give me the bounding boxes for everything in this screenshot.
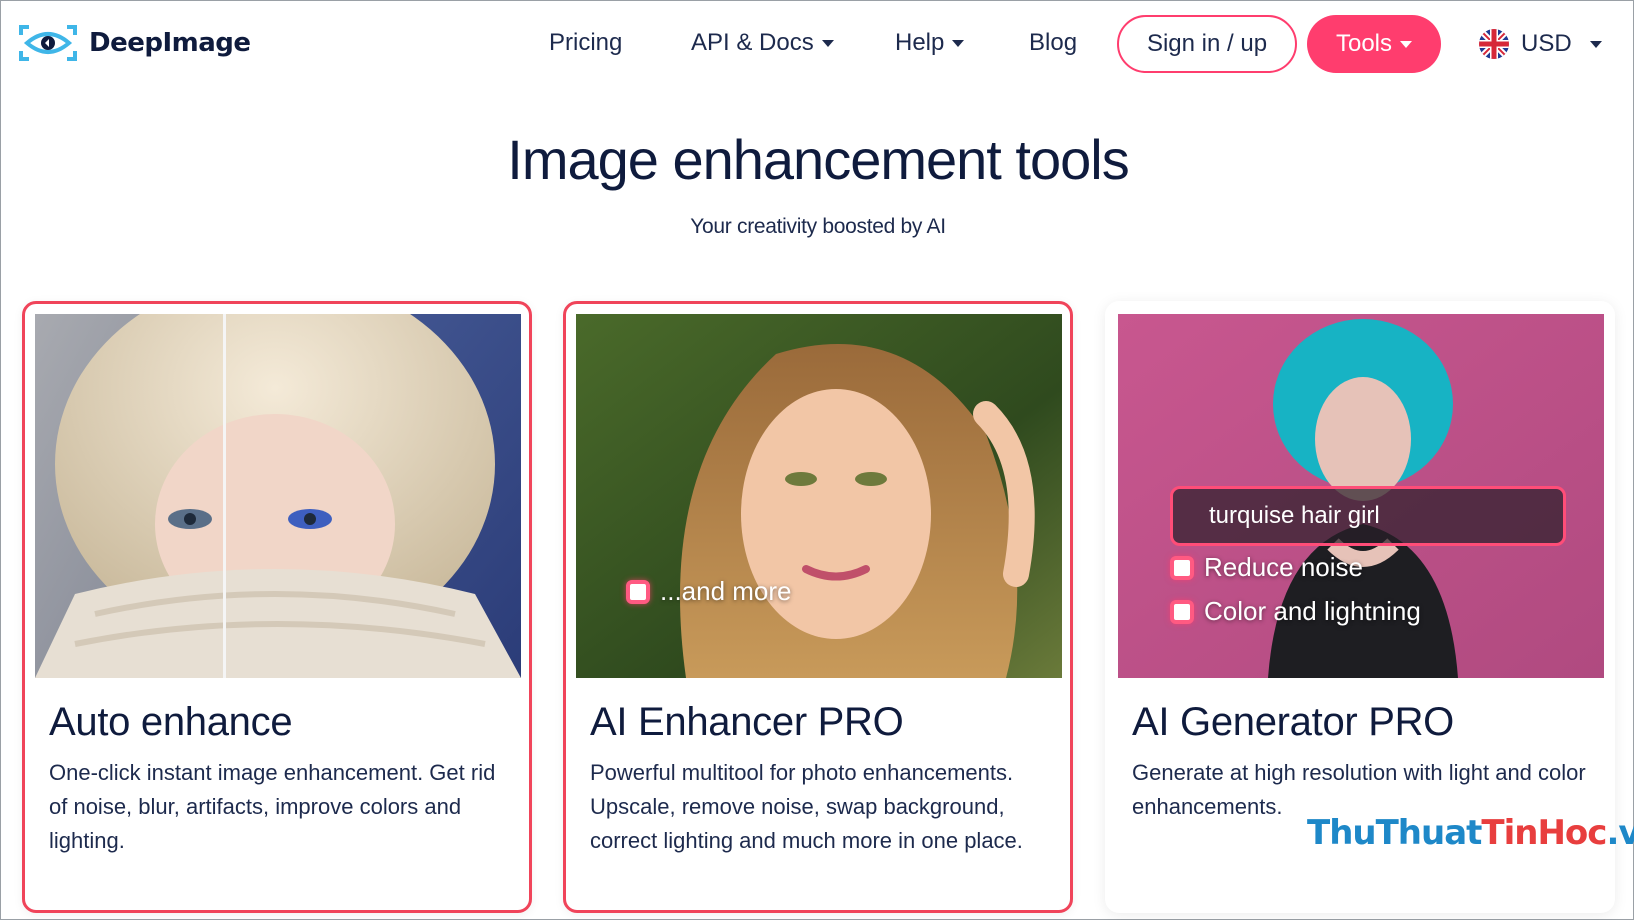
currency-selector[interactable]: USD: [1479, 29, 1602, 59]
and-more-label: ...and more: [660, 576, 792, 606]
tool-card-auto-enhance[interactable]: Auto enhance One-click instant image enh…: [22, 301, 532, 913]
nav-api-docs-label: API & Docs: [691, 29, 814, 56]
caret-down-icon: [952, 39, 965, 47]
card-description: One-click instant image enhancement. Get…: [49, 760, 496, 853]
deepimage-logo[interactable]: DeepImage: [19, 23, 251, 63]
tool-card-ai-enhancer-pro[interactable]: ...and more AI Enhancer PRO Powerful mul…: [563, 301, 1073, 913]
card-description: Powerful multitool for photo enhancement…: [590, 760, 1023, 853]
nav-api-docs[interactable]: API & Docs: [691, 29, 834, 57]
ai-enhancer-image: ...and more: [576, 314, 1062, 678]
option-color-lightning: Color and lightning: [1170, 596, 1421, 627]
page-subtitle: Your creativity boosted by AI: [690, 215, 946, 238]
ai-generator-image: turquise hair girl Reduce noise Color an…: [1118, 314, 1604, 678]
brand-name: DeepImage: [89, 28, 251, 58]
uk-flag-icon: [1479, 29, 1509, 59]
card-title: AI Enhancer PRO: [590, 700, 904, 744]
signin-button[interactable]: Sign in / up: [1117, 15, 1297, 73]
signin-label: Sign in / up: [1146, 30, 1268, 57]
nav-pricing-label: Pricing: [549, 29, 623, 56]
nav-help-label: Help: [895, 29, 945, 56]
page-title: Image enhancement tools: [507, 128, 1129, 191]
eye-logo-icon: [19, 25, 77, 61]
card-title: AI Generator PRO: [1132, 700, 1454, 744]
tools-label: Tools: [1335, 30, 1393, 57]
watermark: ThuThuatTinHoc.vn: [1307, 813, 1634, 853]
tools-dropdown-button[interactable]: Tools: [1307, 15, 1441, 73]
watermark-part: .vn: [1606, 813, 1634, 853]
caret-down-icon: [821, 39, 834, 47]
prompt-text: turquise hair girl: [1209, 502, 1380, 529]
watermark-part: TinHoc: [1481, 813, 1607, 853]
option-label: Color and lightning: [1204, 596, 1421, 626]
caret-down-icon: [1400, 40, 1413, 48]
checkbox-icon: [1170, 555, 1194, 580]
auto-enhance-image: [35, 314, 521, 678]
option-reduce-noise: Reduce noise: [1170, 552, 1363, 583]
prompt-input: turquise hair girl: [1170, 486, 1566, 546]
checkbox-icon: [1170, 599, 1194, 624]
option-label: Reduce noise: [1204, 552, 1363, 582]
nav-help[interactable]: Help: [895, 29, 965, 57]
nav-blog[interactable]: Blog: [1029, 29, 1077, 57]
nav-pricing[interactable]: Pricing: [549, 29, 622, 57]
card-title: Auto enhance: [49, 700, 293, 744]
watermark-part: ThuThuat: [1307, 813, 1482, 853]
site-header: DeepImage Pricing API & Docs Help Blog S…: [1, 1, 1634, 91]
currency-label: USD: [1521, 30, 1572, 57]
and-more-tag: ...and more: [626, 576, 792, 607]
nav-blog-label: Blog: [1029, 29, 1078, 56]
checkbox-icon: [626, 579, 650, 604]
caret-down-icon: [1589, 40, 1602, 48]
